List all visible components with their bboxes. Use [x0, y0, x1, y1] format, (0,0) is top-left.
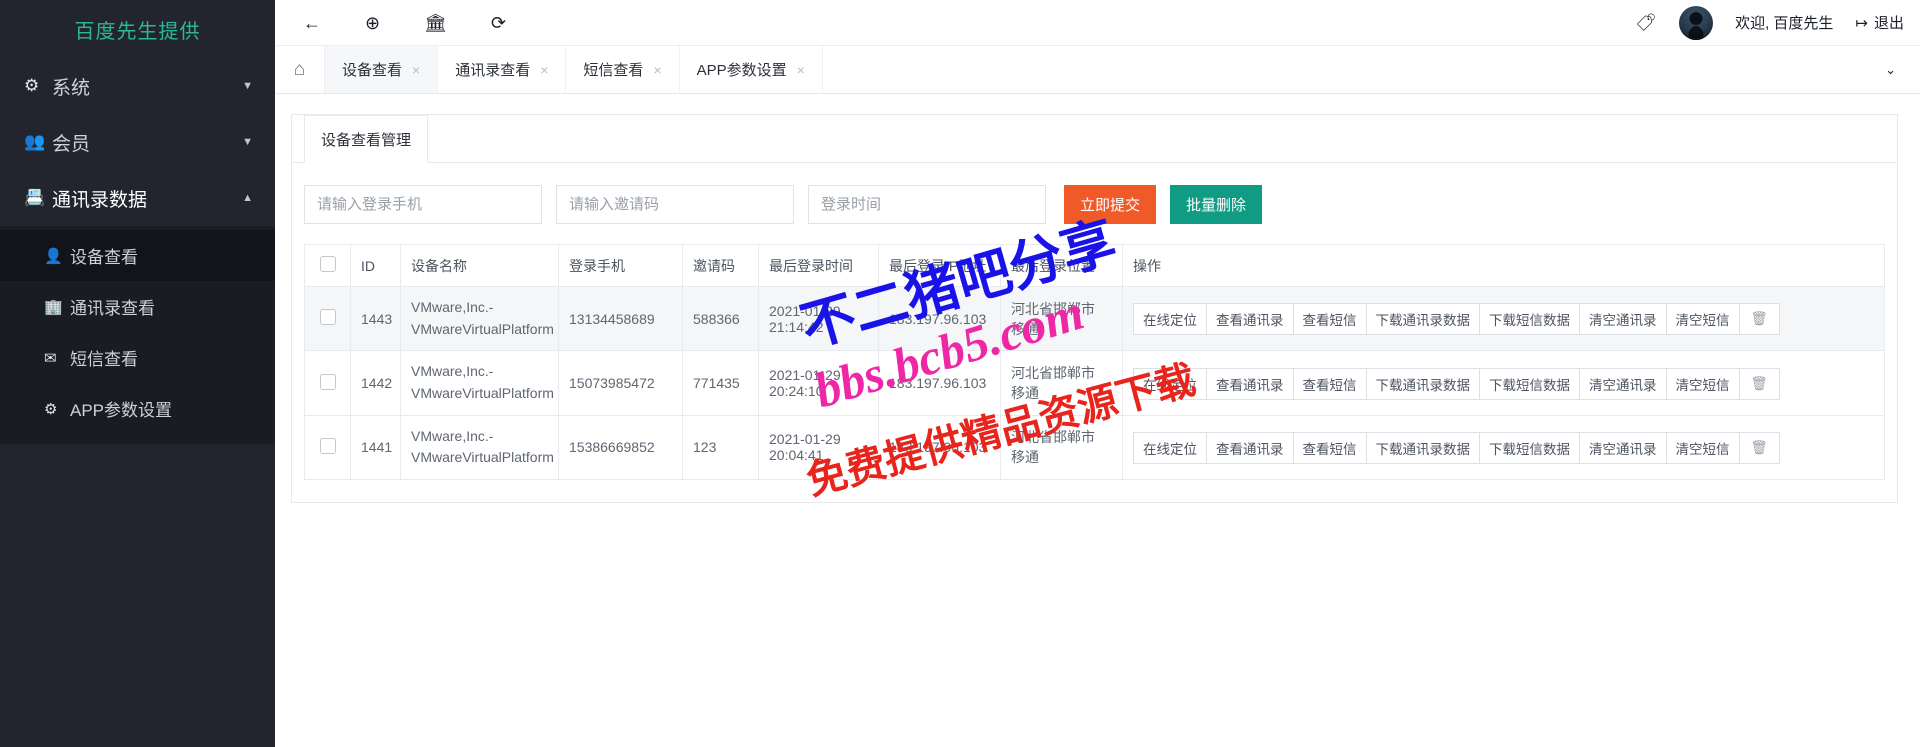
watermark-text: 不二猪吧分享	[793, 209, 1123, 360]
watermark-text: 免费提供精品资源下载	[801, 356, 1201, 505]
watermark-overlay: 不二猪吧分享 bbs.bcb5.com 免费提供精品资源下载	[0, 0, 1920, 747]
watermark-text: bbs.bcb5.com	[807, 283, 1090, 419]
